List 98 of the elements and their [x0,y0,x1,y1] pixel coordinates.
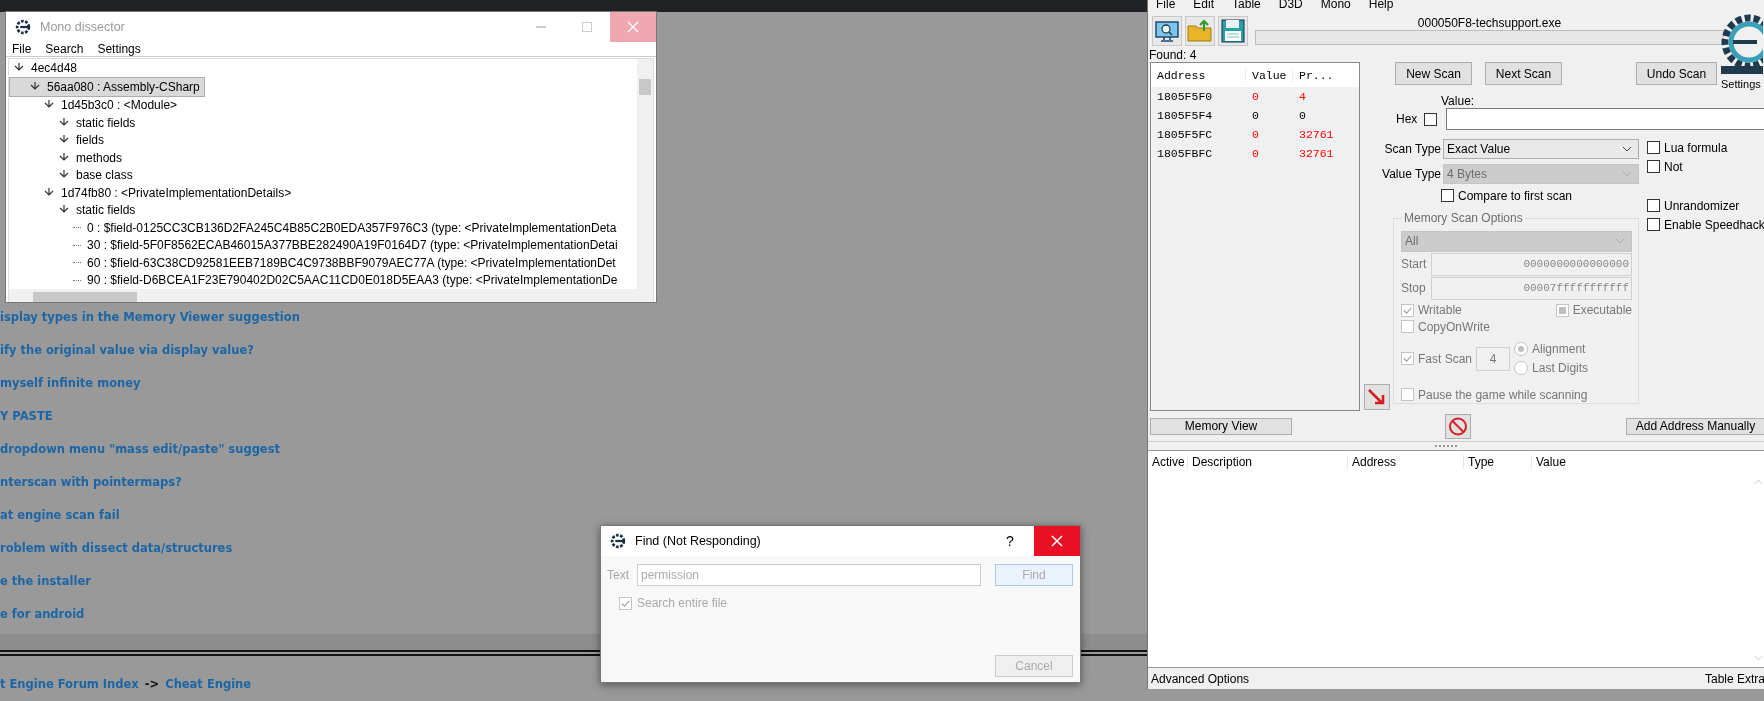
checkbox-label: Not [1664,159,1683,174]
previous-value-cell-text: 0 [1298,109,1307,122]
tree-item[interactable]: methods [9,149,637,167]
tree-item[interactable]: 4ec4d48 [9,59,637,77]
value-cell-text: 0 [1251,90,1260,103]
column-header[interactable]: Description [1188,455,1348,469]
tree-item[interactable]: 1d45b3c0 : <Module> [9,96,637,114]
caret-icon [1622,145,1632,152]
column-header[interactable]: Value [1532,455,1566,469]
address-cell-text: 1805F5F0 [1156,90,1214,103]
menu-item[interactable]: Table [1232,0,1261,12]
value-cell-text: 0 [1251,128,1260,141]
next-scan-button[interactable]: Next Scan [1485,62,1562,85]
previous-value-cell-text: 32761 [1298,128,1335,141]
horizontal-scrollbar[interactable] [9,289,653,302]
previous-value-cell-text: 32761 [1298,147,1335,160]
dropdown[interactable]: Exact Value [1443,138,1639,159]
window-title: Mono dissector [40,20,126,34]
field-label: Scan Type [1384,141,1441,156]
menu-item[interactable]: Search [45,42,84,56]
window-title: Find (Not Responding) [635,534,762,548]
checkbox-label: Fast Scan [1418,351,1473,366]
memory-view-button[interactable]: Memory View [1150,417,1292,435]
no-entry-icon[interactable] [1445,413,1471,439]
column-header[interactable]: Active [1148,455,1188,469]
stop-label: Stop [1401,281,1427,296]
radio-button[interactable] [1514,342,1529,357]
menu-item[interactable]: D3D [1278,0,1303,12]
checkbox-label: Pause the game while scanning [1418,388,1588,402]
menu-item[interactable]: Edit [1193,0,1215,12]
value-cell-text: 0 [1251,147,1260,160]
folder-icon[interactable] [1185,16,1215,46]
checkbox[interactable] [1647,141,1660,154]
address-cell-text: 1805F5F4 [1156,109,1214,122]
checkbox-label: Compare to first scan [1458,188,1573,203]
add-address-button[interactable]: Add Address Manually [1626,417,1764,435]
caret-icon [1622,170,1632,177]
process-title: 000050F8-techsupport.exe [1417,16,1562,30]
radio-button[interactable] [1514,361,1529,376]
tree-item[interactable]: 90 : $field-D6BCEA1F23E790402D02C5AAC11CD0E018D5EAA3 (type: <PrivateImplementationDe [9,271,637,289]
checkbox[interactable] [1441,189,1454,202]
checkbox-label: Unrandomizer [1664,198,1740,213]
checkbox-label: Lua formula [1664,140,1728,155]
tree-item[interactable]: 60 : $field-63C38CD92581EEB7189BC4C9738BBF9079AEC77A (type: <PrivateImplementationDet [9,254,637,272]
column-header[interactable]: Value [1245,68,1292,82]
start-label: Start [1401,257,1428,272]
radio-label: Last Digits [1532,361,1589,376]
value-cell-text: 0 [1251,109,1260,122]
tree-item[interactable]: 56aa080 : Assembly-CSharp [9,76,205,97]
previous-value-cell-text: 4 [1298,90,1307,103]
tree-item[interactable]: fields [9,131,637,149]
fast-scan-field[interactable]: 4 [1476,346,1511,371]
tree-item[interactable]: base class [9,166,637,184]
tree-item[interactable]: static fields [9,201,637,219]
address-cell-text: 1805FBFC [1156,147,1214,160]
checkbox-label: CopyOnWrite [1418,319,1490,334]
menu-item[interactable]: Settings [97,42,141,56]
vertical-scrollbar[interactable] [637,59,653,289]
menu-item[interactable]: File [1156,0,1176,12]
floppy-disk-icon[interactable] [1218,16,1248,46]
field-label: Value Type [1382,166,1441,181]
tree-item[interactable]: 0 : $field-0125CC3CB136D2FA245C4B85C2B0EDA357F976C3 (type: <PrivateImplementationDeta [9,219,637,237]
checkbox[interactable] [1647,199,1660,212]
checkbox-label: Search entire file [637,596,728,610]
address-cell-text: 1805F5FC [1156,128,1214,141]
column-header[interactable]: Type [1464,455,1532,469]
text-label: Text [607,568,629,582]
checkbox-label: Enable Speedhack [1664,217,1764,232]
tree-item[interactable]: 30 : $field-5F0F8562ECAB46015A377BBE282490A19F0164D7 (type: <PrivateImplementationDetai [9,236,637,254]
menu-item[interactable]: Help [1368,0,1394,12]
checkbox[interactable] [1647,218,1660,231]
gear-icon [14,18,32,36]
radio-label: Alignment [1532,342,1586,357]
breadcrumb-separator: -> [144,677,160,691]
caret-icon [1615,238,1625,245]
value-label: Value: [1441,95,1476,108]
monitor-icon[interactable] [1152,16,1182,46]
advanced-options-link[interactable]: Advanced Options [1151,671,1250,686]
new-scan-button[interactable]: New Scan [1395,62,1472,85]
help-button[interactable]: ? [1006,533,1034,549]
found-count: Found: 4 [1148,49,1198,62]
undo-scan-button[interactable]: Undo Scan [1636,62,1717,85]
checkbox-label: Writable [1418,303,1462,318]
checkbox[interactable] [1647,160,1660,173]
column-header[interactable]: Address [1151,68,1245,82]
menu-item[interactable]: Mono [1320,0,1351,12]
value-field[interactable] [1446,108,1764,130]
checkbox[interactable] [1424,112,1438,126]
group-title: Memory Scan Options [1402,211,1525,225]
hex-label: Hex [1396,112,1418,126]
checkbox-label: Executable [1572,303,1632,318]
column-header[interactable]: Pr... [1292,68,1347,82]
tree-item[interactable]: 1d74fb80 : <PrivateImplementationDetails> [9,184,637,202]
menu-item[interactable]: File [12,42,32,56]
tree-item[interactable]: static fields [9,114,637,132]
gear-icon [609,532,627,550]
settings-label[interactable]: Settings [1721,78,1761,90]
column-header[interactable]: Address [1348,455,1464,469]
